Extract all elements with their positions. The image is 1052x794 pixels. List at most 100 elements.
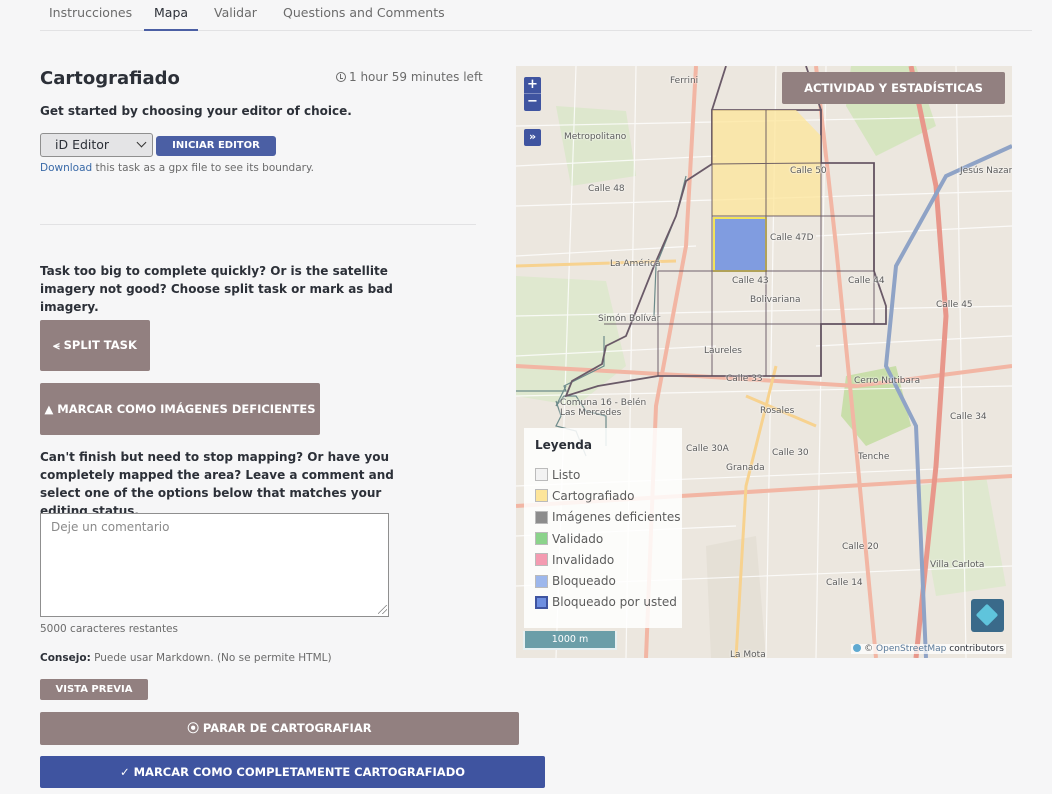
tip-text: Puede usar Markdown. (No se permite HTML… bbox=[90, 652, 332, 664]
map-place-label: Calle 44 bbox=[848, 276, 885, 286]
editor-select-value: iD Editor bbox=[55, 137, 110, 152]
legend-swatch bbox=[535, 489, 548, 503]
task-map[interactable]: + − » ACTIVIDAD Y ESTADÍSTICAS Leyenda L… bbox=[516, 66, 1012, 658]
bad-imagery-label: MARCAR COMO IMÁGENES DEFICIENTES bbox=[57, 402, 316, 416]
mark-complete-label: MARCAR COMO COMPLETAMENTE CARTOGRAFIADO bbox=[133, 765, 466, 779]
map-place-label: La América bbox=[610, 259, 661, 269]
layers-icon[interactable] bbox=[971, 599, 1004, 632]
map-attribution: © OpenStreetMap contributors bbox=[851, 644, 1006, 654]
map-place-label: Bolivariana bbox=[750, 295, 801, 305]
stats-button[interactable]: ACTIVIDAD Y ESTADÍSTICAS bbox=[782, 72, 1005, 104]
finish-prompt: Can't finish but need to stop mapping? O… bbox=[40, 450, 394, 518]
legend-label: Bloqueado bbox=[552, 574, 616, 589]
map-place-label: Simón Bolívar bbox=[598, 314, 661, 324]
time-remaining: 1 hour 59 minutes left bbox=[336, 70, 483, 84]
legend-swatch bbox=[535, 553, 548, 567]
map-place-label: Calle 43 bbox=[732, 276, 769, 286]
legend-swatch bbox=[535, 468, 548, 482]
split-task-button[interactable]: ⪪ SPLIT TASK bbox=[40, 320, 150, 371]
tab-validar[interactable]: Validar bbox=[214, 5, 257, 31]
page-title: Cartografiado bbox=[40, 68, 180, 89]
map-place-label: Calle 34 bbox=[950, 412, 987, 422]
editor-select[interactable]: iD Editor bbox=[40, 133, 153, 157]
map-place-label: Granada bbox=[726, 463, 765, 473]
legend-label: Invalidado bbox=[552, 552, 615, 567]
stop-icon: ⦿ bbox=[187, 721, 203, 735]
map-place-label: Calle 30 bbox=[772, 448, 809, 458]
map-place-label: Calle 48 bbox=[588, 184, 625, 194]
chevron-down-icon bbox=[136, 137, 147, 148]
clock-icon bbox=[336, 72, 346, 82]
tab-instrucciones[interactable]: Instrucciones bbox=[49, 5, 132, 31]
bad-imagery-button[interactable]: ▲ MARCAR COMO IMÁGENES DEFICIENTES bbox=[40, 383, 320, 435]
map-place-label: Ferrini bbox=[670, 76, 699, 86]
leaflet-icon bbox=[853, 644, 862, 652]
map-place-label: Villa Carlota bbox=[930, 560, 985, 570]
attribution-suffix: contributors bbox=[946, 644, 1004, 654]
zoom-out-button[interactable]: − bbox=[524, 94, 541, 111]
legend-title: Leyenda bbox=[535, 438, 592, 452]
split-prompt: Task too big to complete quickly? Or is … bbox=[40, 264, 393, 314]
legend-swatch bbox=[535, 510, 548, 524]
scale-bar: 1000 m bbox=[523, 631, 617, 650]
divider bbox=[40, 224, 476, 225]
split-icon: ⪪ bbox=[53, 338, 64, 352]
map-place-label: Calle 14 bbox=[826, 578, 863, 588]
tab-mapa[interactable]: Mapa bbox=[144, 5, 199, 31]
tab-bar: Instrucciones Mapa Validar Questions and… bbox=[40, 0, 1032, 31]
legend-item: Imágenes deficientes bbox=[535, 507, 682, 528]
legend-item: Bloqueado por usted bbox=[535, 592, 682, 613]
attribution-prefix: © bbox=[864, 644, 877, 654]
check-icon: ✓ bbox=[119, 765, 134, 779]
map-place-label: Metropolitano bbox=[564, 132, 627, 142]
map-place-label: La Mota bbox=[730, 650, 766, 658]
map-place-label: Las Mercedes bbox=[560, 408, 622, 418]
warning-icon: ▲ bbox=[44, 402, 58, 416]
legend-list: Listo Cartografiado Imágenes deficientes Va… bbox=[535, 464, 682, 613]
legend-item: Invalidado bbox=[535, 549, 682, 570]
resize-grip-icon[interactable] bbox=[378, 605, 387, 614]
timer-text: 1 hour 59 minutes left bbox=[349, 70, 483, 84]
map-place-label: Rosales bbox=[760, 406, 795, 416]
legend-item: Bloqueado bbox=[535, 570, 682, 591]
mark-complete-button[interactable]: ✓ MARCAR COMO COMPLETAMENTE CARTOGRAFIAD… bbox=[40, 756, 545, 788]
zoom-in-button[interactable]: + bbox=[524, 77, 541, 94]
map-place-label: Jesús Nazareno bbox=[960, 166, 1012, 176]
map-place-label: Laureles bbox=[704, 346, 742, 356]
map-place-label: Calle 45 bbox=[936, 300, 973, 310]
legend-label: Bloqueado por usted bbox=[552, 595, 677, 610]
stop-mapping-button[interactable]: ⦿ PARAR DE CARTOGRAFIAR bbox=[40, 712, 519, 745]
legend-label: Listo bbox=[552, 467, 581, 482]
tab-questions[interactable]: Questions and Comments bbox=[283, 5, 445, 31]
editor-prompt: Get started by choosing your editor of c… bbox=[40, 104, 352, 118]
osm-link[interactable]: OpenStreetMap bbox=[876, 644, 946, 654]
legend-swatch bbox=[535, 595, 548, 609]
zoom-controls: + − bbox=[524, 77, 541, 111]
map-place-label: Cerro Nutibara bbox=[854, 376, 921, 386]
map-place-label: Calle 47D bbox=[770, 233, 814, 243]
tip-label: Consejo: bbox=[40, 652, 91, 664]
expand-map-button[interactable]: » bbox=[524, 129, 541, 146]
map-place-label: Calle 50 bbox=[790, 166, 827, 176]
split-task-label: SPLIT TASK bbox=[63, 338, 137, 352]
download-link[interactable]: Download bbox=[40, 162, 92, 174]
map-place-label: Calle 20 bbox=[842, 542, 879, 552]
comment-input[interactable] bbox=[40, 513, 389, 617]
markdown-tip: Consejo: Puede usar Markdown. (No se per… bbox=[40, 652, 332, 664]
legend-item: Validado bbox=[535, 528, 682, 549]
map-legend: Leyenda Listo Cartografiado Imágenes defic… bbox=[524, 428, 682, 628]
map-place-label: Calle 30A bbox=[686, 444, 729, 454]
legend-label: Cartografiado bbox=[552, 488, 635, 503]
map-place-label: Tenche bbox=[858, 452, 890, 462]
download-hint: Download this task as a gpx file to see … bbox=[40, 162, 314, 174]
map-place-label: Comuna 16 - Belén bbox=[560, 398, 647, 408]
preview-button[interactable]: VISTA PREVIA bbox=[40, 679, 148, 700]
stop-mapping-label: PARAR DE CARTOGRAFIAR bbox=[202, 721, 372, 735]
chars-remaining: 5000 caracteres restantes bbox=[40, 623, 178, 635]
map-place-label: Calle 33 bbox=[726, 374, 763, 384]
start-editor-button[interactable]: INICIAR EDITOR bbox=[156, 136, 276, 156]
legend-label: Imágenes deficientes bbox=[552, 510, 681, 525]
legend-label: Validado bbox=[552, 531, 604, 546]
legend-item: Cartografiado bbox=[535, 485, 682, 506]
legend-swatch bbox=[535, 532, 548, 546]
